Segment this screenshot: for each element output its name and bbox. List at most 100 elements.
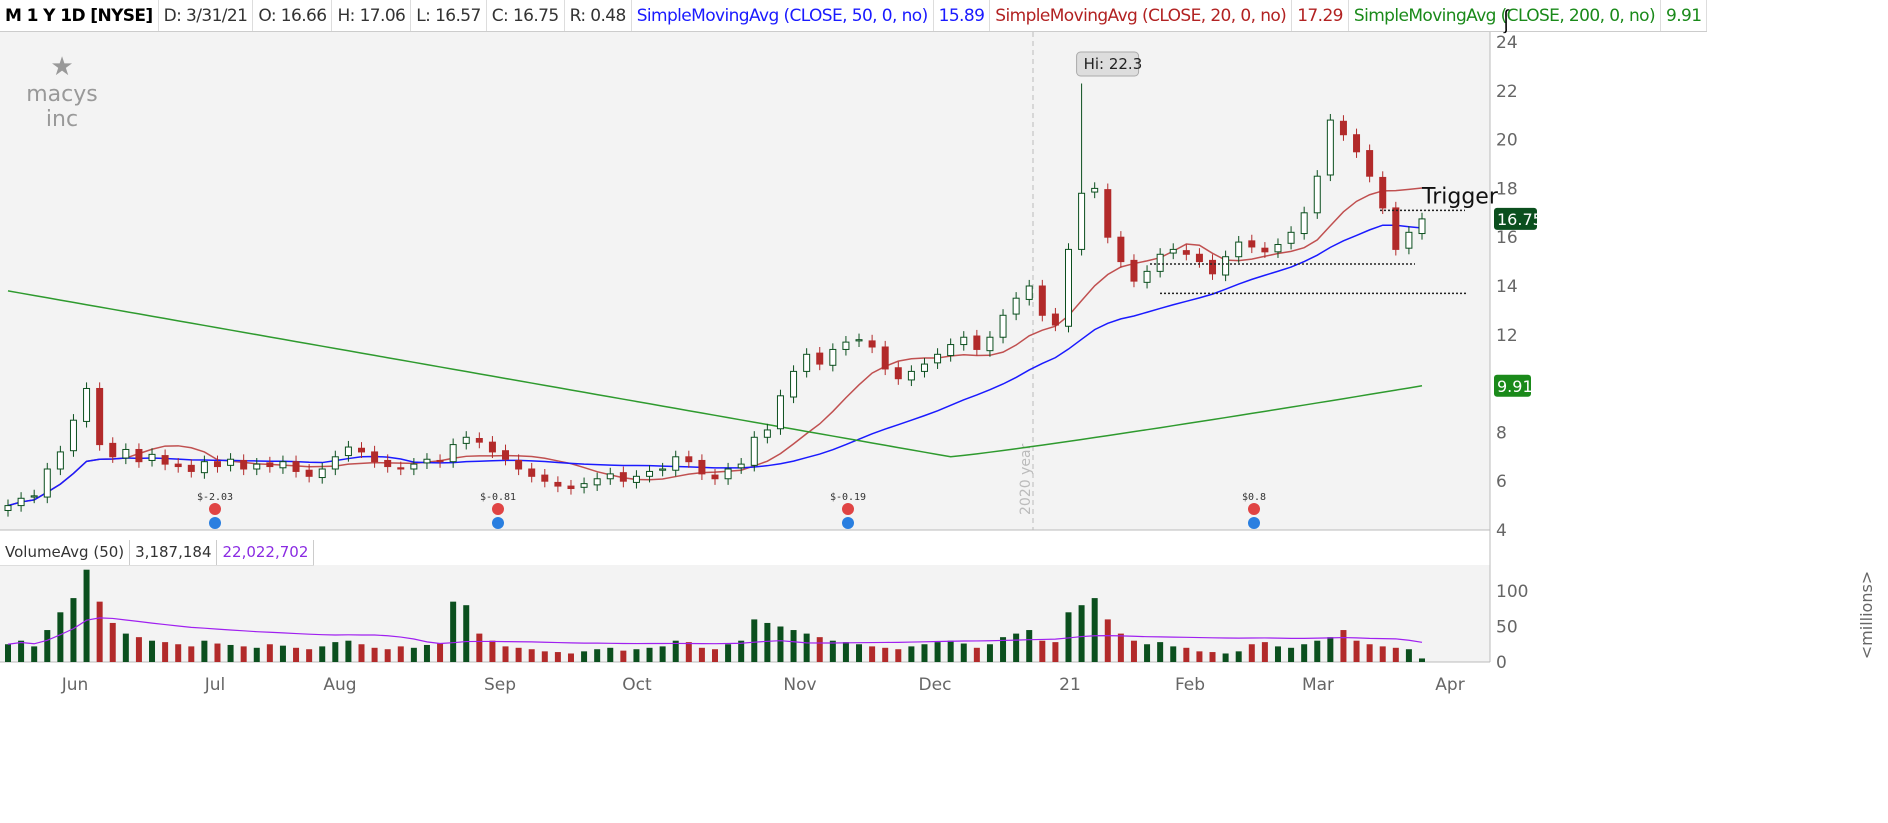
- volume-bar: [685, 642, 692, 662]
- volume-bar: [960, 643, 967, 662]
- candle-body: [685, 456, 693, 463]
- star-icon: ★: [50, 52, 74, 82]
- volume-bar: [44, 630, 51, 662]
- earnings-phone-icon: [209, 503, 221, 515]
- candle-body: [161, 455, 169, 465]
- candle-body: [1117, 236, 1125, 263]
- x-tick-label: Sep: [484, 675, 516, 695]
- earnings-phone-icon: [1248, 503, 1260, 515]
- candle-body: [436, 459, 444, 463]
- candle-body: [816, 352, 824, 365]
- candle-body: [56, 451, 64, 470]
- candle-body: [1313, 175, 1321, 214]
- y-tick-label: 8: [1496, 423, 1507, 443]
- volume-bar: [31, 646, 38, 662]
- volume-bar: [607, 647, 614, 662]
- volume-bar: [332, 642, 339, 662]
- volume-bar: [502, 646, 509, 662]
- volume-bar: [829, 640, 836, 662]
- candle-body: [920, 363, 928, 372]
- volume-bar: [109, 622, 116, 662]
- candle-body: [855, 339, 863, 342]
- candle-body: [790, 370, 798, 398]
- candle-body: [109, 442, 117, 458]
- volume-bar: [777, 626, 784, 662]
- volume-bar: [698, 647, 705, 662]
- volume-bar: [947, 640, 954, 662]
- volume-bar: [266, 644, 273, 662]
- candle-body: [1195, 253, 1203, 263]
- volume-bar: [57, 612, 64, 662]
- candle-body: [305, 469, 313, 477]
- volume-bar: [882, 647, 889, 662]
- volume-bar: [515, 647, 522, 662]
- volume-bar: [5, 644, 11, 662]
- candle-body: [43, 468, 51, 498]
- candle-body: [646, 470, 654, 477]
- candle-body: [148, 453, 156, 461]
- x-tick-label: Dec: [919, 675, 952, 695]
- volume-bar: [1130, 640, 1137, 662]
- volume-bar: [410, 647, 417, 662]
- volume-bar: [646, 647, 653, 662]
- volume-bar: [1235, 651, 1242, 662]
- candle-body: [240, 459, 248, 470]
- volume-bar: [908, 646, 915, 662]
- volume-bar: [1052, 642, 1059, 662]
- candle-body: [1051, 313, 1059, 326]
- volume-label[interactable]: VolumeAvg (50): [0, 540, 131, 565]
- candle-body: [1392, 207, 1400, 250]
- trigger-annotation: Trigger: [1421, 184, 1499, 209]
- candle-body: [1130, 259, 1138, 282]
- volume-bar: [869, 646, 876, 662]
- candle-body: [1169, 248, 1177, 254]
- candle-body: [881, 346, 889, 370]
- candle-body: [397, 467, 405, 470]
- x-tick-label: Apr: [1435, 675, 1464, 695]
- volume-bar: [240, 646, 247, 662]
- candle-body: [776, 395, 784, 430]
- volume-bar: [201, 640, 208, 662]
- earnings-value: $-2.03: [197, 492, 233, 503]
- candle-body: [1038, 285, 1046, 316]
- candle-body: [842, 341, 850, 350]
- earnings-value: $-0.81: [480, 492, 516, 503]
- candle-body: [606, 473, 614, 480]
- volume-bar: [1353, 640, 1360, 662]
- candle-body: [973, 335, 981, 350]
- volume-bar: [659, 646, 666, 662]
- volume-bar: [1183, 647, 1190, 662]
- candle-body: [698, 459, 706, 475]
- volume-bar: [279, 645, 286, 662]
- candle-body: [266, 462, 274, 468]
- price-chart[interactable]: 4681012141618202224050100<millions>JunJu…: [0, 0, 1888, 823]
- dividend-bulb-icon: [842, 517, 854, 529]
- volume-bar: [83, 569, 90, 662]
- volume-bar: [450, 601, 457, 662]
- candle-body: [1143, 270, 1151, 283]
- earnings-phone-icon: [842, 503, 854, 515]
- volume-bar: [1366, 644, 1373, 662]
- candle-body: [488, 441, 496, 453]
- x-tick-label: Nov: [783, 675, 816, 695]
- candle-body: [462, 436, 470, 444]
- candle-body: [1261, 247, 1269, 253]
- volume-bar: [1248, 644, 1255, 662]
- volume-bar: [319, 646, 326, 662]
- dividend-bulb-icon: [492, 517, 504, 529]
- volume-bar: [253, 647, 260, 662]
- candle-body: [200, 461, 208, 474]
- volume-bar: [1379, 646, 1386, 662]
- volume-bar: [384, 649, 391, 662]
- candle-body: [1326, 119, 1334, 176]
- volume-bar: [1078, 605, 1085, 662]
- volume-bar: [581, 651, 588, 662]
- candle-body: [1025, 285, 1033, 300]
- dividend-bulb-icon: [1248, 517, 1260, 529]
- volume-bar: [1117, 633, 1124, 662]
- candle-body: [1091, 187, 1099, 193]
- candle-body: [1353, 134, 1361, 153]
- candle-body: [541, 474, 549, 482]
- candle-body: [763, 429, 771, 438]
- candle-body: [750, 436, 758, 466]
